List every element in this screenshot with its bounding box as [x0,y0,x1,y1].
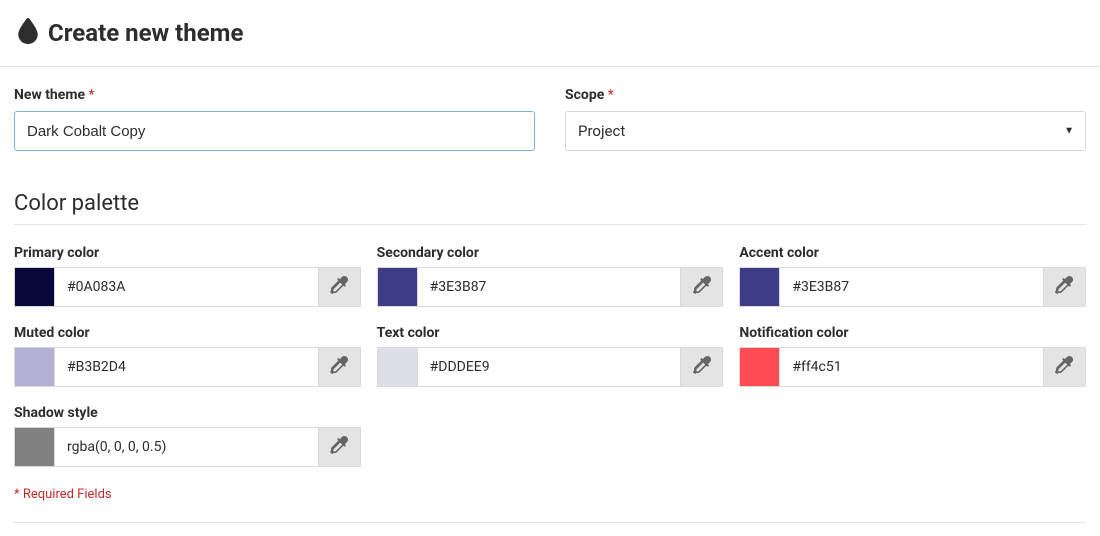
color-input-row: #DDDEE9 [377,347,724,387]
color-field-shadow: Shadow style rgba(0, 0, 0, 0.5) [14,405,361,467]
palette-grid: Primary color #0A083A Secondary color #3E3B… [14,245,1086,467]
form-area: New theme * Scope * Project ▼ Color pale… [0,67,1100,502]
color-value-input[interactable]: #B3B2D4 [55,348,318,386]
eyedropper-icon [330,276,348,298]
scope-select[interactable]: Project [565,111,1086,151]
theme-name-label: New theme * [14,87,535,103]
color-swatch[interactable] [15,428,55,466]
color-field-muted: Muted color #B3B2D4 [14,325,361,387]
color-label: Primary color [14,245,361,261]
color-label: Accent color [739,245,1086,261]
color-input-row: #3E3B87 [377,267,724,307]
color-value-input[interactable]: #0A083A [55,268,318,306]
color-value-input[interactable]: #ff4c51 [780,348,1043,386]
eyedropper-button[interactable] [1043,268,1085,306]
color-value-input[interactable]: #3E3B87 [780,268,1043,306]
color-input-row: #ff4c51 [739,347,1086,387]
eyedropper-button[interactable] [1043,348,1085,386]
theme-name-input[interactable] [14,111,535,151]
color-field-accent: Accent color #3E3B87 [739,245,1086,307]
required-fields-note: * Required Fields [14,487,1086,502]
required-indicator: * [604,87,614,103]
eyedropper-icon [330,356,348,378]
eyedropper-icon [693,356,711,378]
eyedropper-icon [1055,356,1073,378]
scope-label: Scope * [565,87,1086,103]
color-label: Muted color [14,325,361,341]
color-value-input[interactable]: #DDDEE9 [418,348,681,386]
color-input-row: rgba(0, 0, 0, 0.5) [14,427,361,467]
tint-icon [18,18,38,48]
chevron-down-icon: ▼ [1064,126,1074,137]
theme-name-group: New theme * [14,87,535,151]
palette-section-title: Color palette [14,191,1086,225]
color-input-row: #3E3B87 [739,267,1086,307]
top-fields-row: New theme * Scope * Project ▼ [14,87,1086,151]
eyedropper-icon [1055,276,1073,298]
color-swatch[interactable] [15,348,55,386]
required-indicator: * [85,87,95,103]
color-swatch[interactable] [740,348,780,386]
eyedropper-button[interactable] [680,268,722,306]
eyedropper-button[interactable] [318,428,360,466]
divider [14,522,1086,523]
color-swatch[interactable] [15,268,55,306]
eyedropper-icon [330,436,348,458]
page-title: Create new theme [48,19,243,47]
color-field-text: Text color #DDDEE9 [377,325,724,387]
color-swatch[interactable] [378,348,418,386]
color-label: Notification color [739,325,1086,341]
color-field-secondary: Secondary color #3E3B87 [377,245,724,307]
eyedropper-button[interactable] [680,348,722,386]
eyedropper-button[interactable] [318,348,360,386]
color-label: Secondary color [377,245,724,261]
color-field-notification: Notification color #ff4c51 [739,325,1086,387]
color-swatch[interactable] [740,268,780,306]
color-input-row: #B3B2D4 [14,347,361,387]
color-value-input[interactable]: rgba(0, 0, 0, 0.5) [55,428,318,466]
eyedropper-button[interactable] [318,268,360,306]
color-field-primary: Primary color #0A083A [14,245,361,307]
color-value-input[interactable]: #3E3B87 [418,268,681,306]
page-header: Create new theme [0,0,1100,67]
color-label: Text color [377,325,724,341]
color-swatch[interactable] [378,268,418,306]
color-input-row: #0A083A [14,267,361,307]
eyedropper-icon [693,276,711,298]
color-label: Shadow style [14,405,361,421]
scope-group: Scope * Project ▼ [565,87,1086,151]
